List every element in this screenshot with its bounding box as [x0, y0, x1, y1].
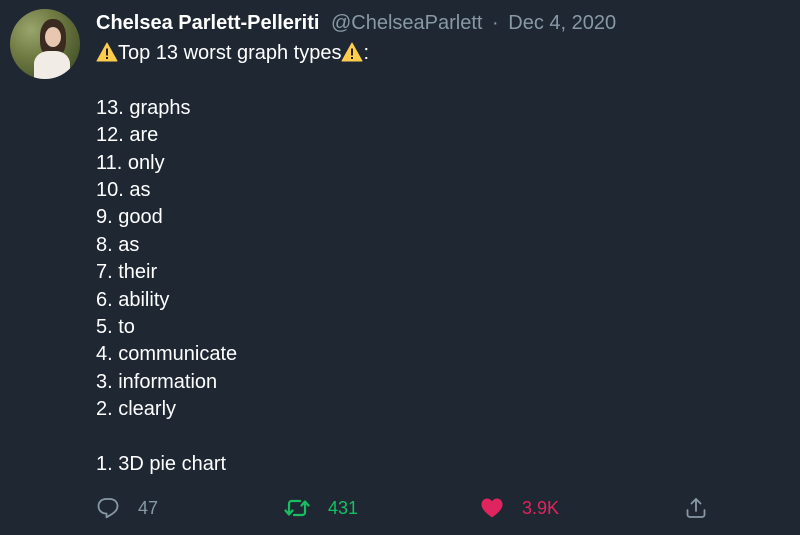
share-button[interactable]	[684, 493, 708, 523]
tweet-list-item: 12. are	[96, 124, 159, 147]
warning-icon	[96, 42, 118, 62]
tweet-list-item: 8. as	[96, 233, 140, 256]
reply-count: 47	[138, 497, 159, 518]
tweet-title-line: Top 13 worst graph types :	[96, 40, 786, 67]
tweet-list-item: 13. graphs	[96, 96, 191, 119]
reply-icon	[97, 498, 119, 519]
tweet-date[interactable]: Dec 4, 2020	[508, 12, 616, 34]
author-display-name[interactable]: Chelsea Parlett-Pelleriti	[96, 12, 319, 34]
share-icon	[686, 498, 706, 518]
header-separator: ·	[492, 12, 499, 34]
avatar-body	[34, 51, 70, 79]
tweet-list-item: 5. to	[96, 315, 135, 338]
tweet-title-suffix: :	[363, 42, 370, 64]
tweet-actions: 47 431 3.9K	[96, 493, 716, 523]
like-count: 3.9K	[522, 497, 560, 518]
tweet-list-item: 4. communicate	[96, 343, 238, 366]
tweet-list-item: 2. clearly	[96, 398, 177, 421]
tweet-list-item: 11. only	[96, 151, 165, 174]
tweet-list-item: 9. good	[96, 206, 163, 229]
avatar-face	[45, 27, 61, 47]
tweet-header: Chelsea Parlett-Pelleriti @ChelseaParlet…	[96, 10, 616, 36]
tweet-list-item: 10. as	[96, 178, 151, 201]
heart-icon	[481, 498, 503, 518]
retweet-button[interactable]: 431	[284, 493, 358, 523]
tweet-list-item: 3. information	[96, 370, 218, 393]
tweet-title: Top 13 worst graph types	[118, 42, 342, 64]
avatar[interactable]	[10, 9, 80, 79]
tweet-card: Chelsea Parlett-Pelleriti @ChelseaParlet…	[0, 0, 800, 535]
like-button[interactable]: 3.9K	[480, 493, 559, 523]
tweet-text: Top 13 worst graph types : 13. graphs 12.…	[96, 40, 786, 478]
tweet-list: 13. graphs 12. are 11. only 10. as 9. good 8.…	[96, 95, 786, 478]
warning-icon	[341, 42, 363, 62]
author-handle[interactable]: @ChelseaParlett	[331, 12, 482, 34]
tweet-list-item: 1. 3D pie chart	[96, 452, 227, 475]
tweet-list-item: 6. ability	[96, 288, 170, 311]
tweet-list-item: 7. their	[96, 261, 158, 284]
retweet-count: 431	[328, 497, 359, 518]
retweet-icon	[284, 499, 310, 517]
reply-button[interactable]: 47	[96, 493, 158, 523]
